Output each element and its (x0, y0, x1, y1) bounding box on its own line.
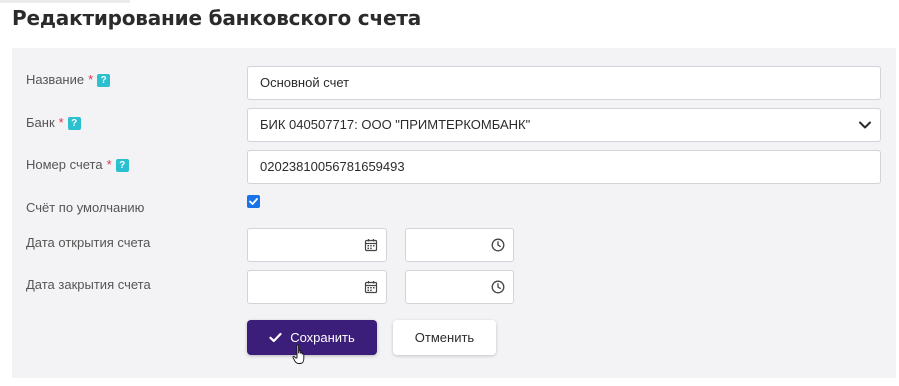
bank-select[interactable]: БИК 040507717: ООО "ПРИМТЕРКОМБАНК" (247, 108, 881, 142)
question-icon[interactable]: ? (115, 159, 129, 172)
clock-icon[interactable] (491, 280, 505, 294)
close-time-input[interactable] (405, 270, 514, 304)
close-date-input[interactable] (247, 270, 387, 304)
name-label: Название *? (26, 72, 111, 87)
default-account-checkbox[interactable] (247, 195, 260, 208)
close-date-label: Дата закрытия счета (26, 277, 151, 292)
cancel-button[interactable]: Отменить (393, 320, 496, 355)
save-button[interactable]: Сохранить (247, 320, 377, 355)
calendar-icon[interactable] (364, 238, 378, 252)
calendar-icon[interactable] (364, 280, 378, 294)
bank-label: Банк *? (26, 115, 81, 130)
account-number-label: Номер счета *? (26, 157, 129, 172)
bank-label-text: Банк (26, 115, 55, 130)
top-divider (0, 0, 130, 3)
open-time-input[interactable] (405, 228, 514, 262)
check-icon (269, 332, 282, 343)
account-number-field[interactable]: 02023810056781659493 (247, 150, 881, 184)
open-date-label: Дата открытия счета (26, 235, 151, 250)
hand-cursor-icon (292, 344, 305, 364)
question-icon[interactable]: ? (67, 117, 81, 130)
clock-icon[interactable] (491, 238, 505, 252)
required-mark: * (106, 157, 112, 172)
account-number-label-text: Номер счета (26, 157, 103, 172)
name-field[interactable]: Основной счет (247, 66, 881, 100)
chevron-down-icon (859, 121, 871, 129)
bank-select-value: БИК 040507717: ООО "ПРИМТЕРКОМБАНК" (260, 117, 531, 132)
name-label-text: Название (26, 72, 85, 87)
required-mark: * (58, 115, 64, 130)
page-title: Редактирование банковского счета (12, 6, 422, 30)
required-mark: * (88, 72, 94, 87)
default-account-label: Счёт по умолчанию (26, 200, 145, 215)
save-button-label: Сохранить (290, 330, 355, 345)
question-icon[interactable]: ? (97, 74, 111, 87)
open-date-input[interactable] (247, 228, 387, 262)
checkmark-icon (249, 198, 258, 205)
